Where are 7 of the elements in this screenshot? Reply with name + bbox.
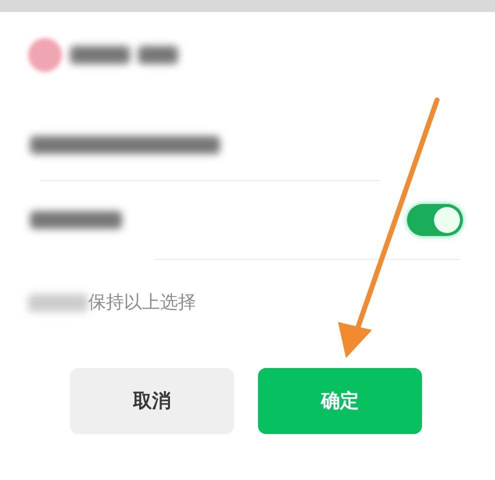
toggle-switch[interactable] <box>407 204 463 236</box>
blurred-text <box>138 46 178 64</box>
blurred-text <box>28 294 88 312</box>
remember-choice-label: 保持以上选择 <box>88 291 196 315</box>
cancel-button[interactable]: 取消 <box>70 368 234 434</box>
avatar <box>28 38 62 72</box>
blurred-text <box>70 46 130 64</box>
